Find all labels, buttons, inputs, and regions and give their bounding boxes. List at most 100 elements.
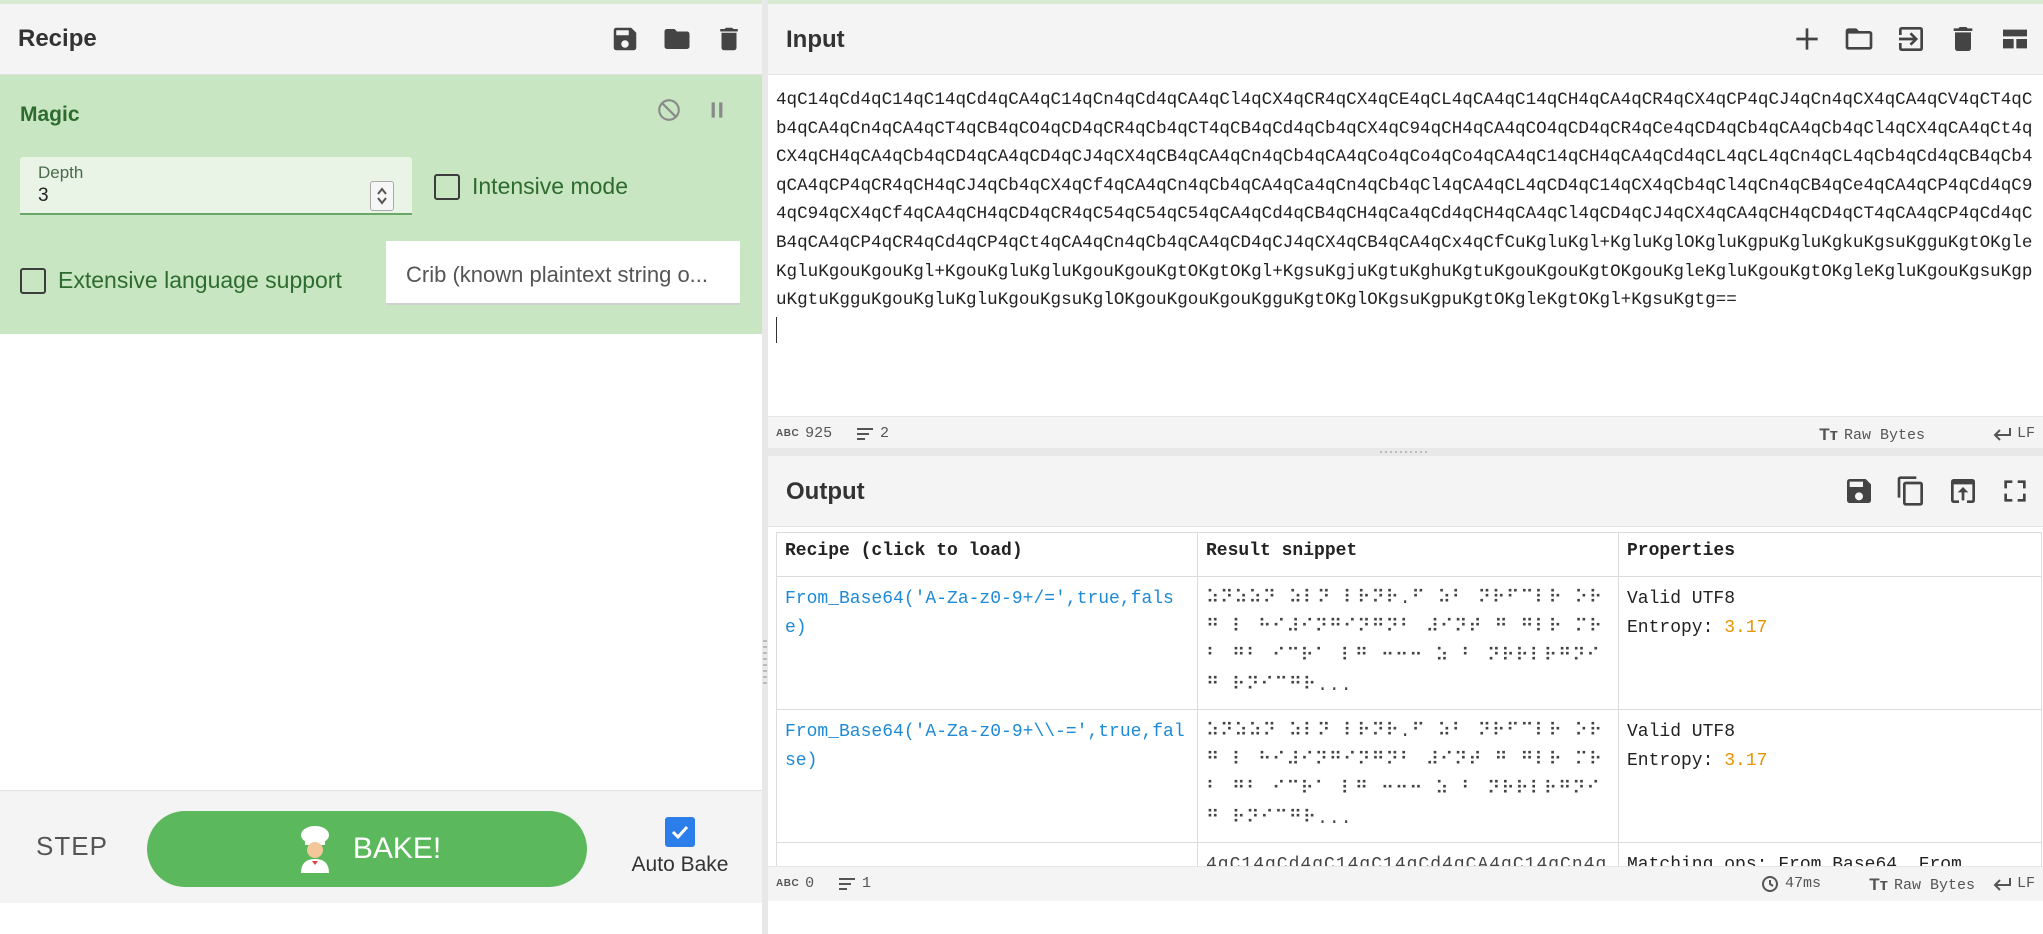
entropy-label: Entropy: [1627, 618, 1714, 638]
entropy-value: 3.17 [1724, 618, 1768, 638]
table-row[interactable]: From_Base64('A-Za-z0-9+/=',true,false) ⠵… [776, 576, 2042, 710]
input-length: 925 [805, 425, 833, 442]
chevron-up-icon[interactable] [376, 186, 388, 196]
depth-field[interactable]: Depth 3 [20, 157, 412, 215]
properties-cell: Matching ops: From Base64, From [1618, 842, 2042, 866]
depth-value[interactable]: 3 [38, 185, 49, 207]
input-title: Input [786, 26, 845, 53]
intensive-mode-option[interactable]: Intensive mode [434, 173, 628, 200]
bake-time-stat: 47ms [1761, 875, 1821, 892]
text-format-icon: Tт [1819, 425, 1838, 444]
clock-icon [1761, 875, 1778, 892]
extensive-language-option[interactable]: Extensive language support [20, 267, 342, 294]
disable-icon[interactable] [656, 97, 682, 123]
column-header: Result snippet [1197, 532, 1619, 577]
input-content: 4qC14qCd4qC14qC14qCd4qCA4qC14qCn4qCd4qCA… [776, 90, 2033, 311]
step-button[interactable]: STEP [36, 831, 108, 862]
input-format: Raw Bytes [1843, 426, 1925, 444]
output-toolbar [1843, 456, 2031, 526]
input-lines: 2 [880, 425, 890, 442]
checkmark-icon [671, 825, 689, 840]
chevron-down-icon[interactable] [376, 196, 388, 206]
output-format: Raw Bytes [1893, 876, 1975, 894]
output-length-stat: ABC 0 [776, 875, 814, 892]
entropy-label: Entropy: [1627, 751, 1714, 771]
fullscreen-icon[interactable] [1999, 475, 2031, 507]
pause-icon[interactable] [704, 97, 730, 123]
column-header: Recipe (click to load) [776, 532, 1198, 577]
table-row[interactable]: 4qC14qCd4qC14qC14qCd4qCA4qC14qCn4qC Matc… [776, 842, 2042, 866]
chef-icon [300, 826, 329, 873]
io-pane: Input 4qC14qCd4qC14qC14qCd4qCA4qC14qCn4q… [768, 4, 2043, 930]
splitter-grip[interactable] [1380, 451, 1430, 453]
abc-icon: ABC [776, 428, 800, 439]
return-arrow-icon [1993, 877, 2011, 891]
table-row[interactable]: From_Base64('A-Za-z0-9+\\-=',true,false)… [776, 709, 2042, 843]
trash-icon[interactable] [714, 24, 744, 54]
save-icon[interactable] [610, 24, 640, 54]
recipe-link[interactable]: From_Base64('A-Za-z0-9+/=',true,false) [785, 589, 1174, 638]
recipe-header: Recipe [0, 4, 762, 75]
input-lines-stat: 2 [856, 425, 889, 442]
operation-title: Magic [20, 103, 80, 126]
result-snippet: ⠵⠝⠵⠵⠝ ⠵⠇⠝ ⠇⠗⠝⠗.⠋ ⠵⠃ ⠝⠗⠋⠉⠇⠗ ⠕⠗⠛ ⠇ ⠓⠊⠼⠊⠝⠛⠊… [1206, 722, 1604, 829]
operation-controls [656, 97, 730, 123]
save-icon[interactable] [1843, 475, 1875, 507]
plus-icon[interactable] [1791, 23, 1823, 55]
entropy-value: 3.17 [1724, 751, 1768, 771]
splitter-grip[interactable] [763, 640, 767, 686]
replace-input-icon[interactable] [1947, 475, 1979, 507]
recipe-pane: Recipe Magic Depth 3 Intensive mode Exte… [0, 4, 762, 930]
result-snippet: ⠵⠝⠵⠵⠝ ⠵⠇⠝ ⠇⠗⠝⠗.⠋ ⠵⠃ ⠝⠗⠋⠉⠇⠗ ⠕⠗⠛ ⠇ ⠓⠊⠼⠊⠝⠛⠊… [1206, 589, 1604, 696]
recipe-title: Recipe [18, 25, 97, 52]
properties-cell: Valid UTF8 Entropy: 3.17 [1618, 709, 2042, 843]
magic-operation: Magic Depth 3 Intensive mode Extensive l… [0, 75, 762, 334]
auto-bake-label: Auto Bake [631, 853, 729, 876]
output-header: Output [768, 456, 2043, 527]
input-textarea[interactable]: 4qC14qCd4qC14qC14qCd4qCA4qC14qCn4qCd4qCA… [768, 76, 2043, 416]
column-header: Properties [1618, 532, 2042, 577]
valid-utf8: Valid UTF8 [1627, 722, 1736, 742]
output-eol: LF [2016, 875, 2035, 892]
recipe-toolbar [610, 4, 744, 74]
crib-input[interactable] [404, 261, 744, 289]
output-title: Output [786, 478, 865, 505]
bake-button[interactable]: BAKE! [147, 811, 587, 887]
output-length: 0 [805, 875, 815, 892]
properties-cell: Valid UTF8 Entropy: 3.17 [1618, 576, 2042, 710]
recipe-link[interactable]: From_Base64('A-Za-z0-9+\\-=',true,false) [785, 722, 1185, 771]
matching-ops: Matching ops: From Base64, From [1627, 855, 1962, 866]
depth-stepper[interactable] [370, 181, 394, 211]
valid-utf8: Valid UTF8 [1627, 589, 1736, 609]
input-status-bar: ABC 925 2 Tт Raw Bytes LF [768, 416, 2043, 451]
trash-icon[interactable] [1947, 23, 1979, 55]
bake-label: BAKE! [352, 832, 442, 865]
bake-bar: STEP BAKE! Auto Bake [0, 790, 762, 903]
open-input-icon[interactable] [1895, 23, 1927, 55]
magic-results-table: Recipe (click to load) Result snippet Pr… [776, 532, 2042, 866]
depth-label: Depth [38, 163, 84, 182]
output-table-container: Recipe (click to load) Result snippet Pr… [768, 532, 2043, 866]
text-caret [776, 316, 777, 343]
input-eol-button[interactable]: LF [1993, 425, 2035, 442]
copy-icon[interactable] [1895, 475, 1927, 507]
folder-icon[interactable] [1843, 23, 1875, 55]
output-format-button[interactable]: Tт Raw Bytes [1869, 875, 1975, 895]
folder-icon[interactable] [662, 24, 692, 54]
output-lines-stat: 1 [838, 875, 871, 892]
lines-icon [857, 427, 873, 440]
intensive-mode-checkbox[interactable] [434, 173, 460, 200]
extensive-language-checkbox[interactable] [20, 267, 46, 294]
horizontal-splitter[interactable] [768, 448, 2043, 456]
input-length-stat: ABC 925 [776, 425, 832, 442]
auto-bake-checkbox[interactable] [665, 817, 695, 847]
result-snippet: 4qC14qCd4qC14qC14qCd4qCA4qC14qCn4qC [1206, 855, 1608, 866]
input-format-button[interactable]: Tт Raw Bytes [1819, 425, 1925, 445]
output-lines: 1 [862, 875, 872, 892]
auto-bake-option[interactable]: Auto Bake [625, 817, 735, 877]
input-header: Input [768, 4, 2043, 75]
crib-field[interactable] [386, 241, 744, 305]
input-eol: LF [2016, 425, 2035, 442]
output-eol-button[interactable]: LF [1993, 875, 2035, 892]
layout-icon[interactable] [1999, 23, 2031, 55]
